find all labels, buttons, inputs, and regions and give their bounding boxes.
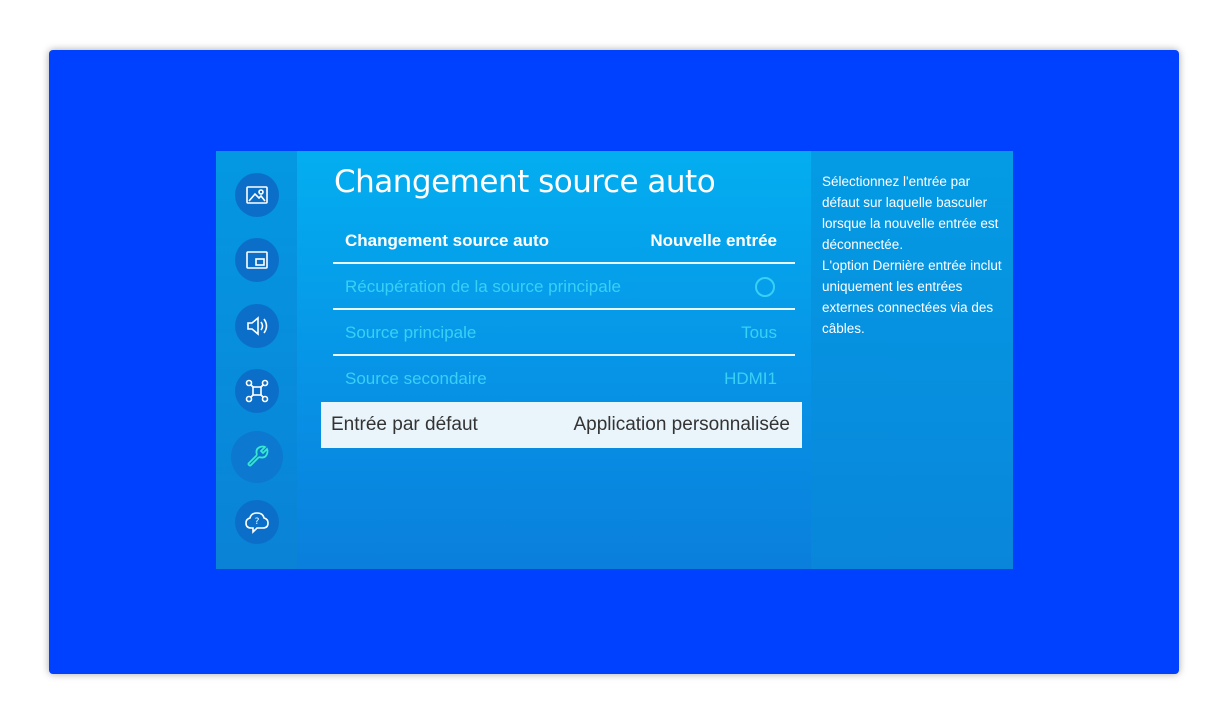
help-text: Sélectionnez l'entrée par défaut sur laq…	[822, 174, 1002, 336]
auto-source-switch-label: Changement source auto	[345, 231, 550, 250]
wrench-icon[interactable]	[231, 431, 283, 483]
page-title: Changement source auto	[334, 164, 716, 200]
network-icon[interactable]	[235, 369, 279, 413]
secondary-source-label: Source secondaire	[345, 369, 487, 388]
primary-source-label: Source principale	[345, 323, 477, 342]
picture-in-picture-icon[interactable]	[235, 238, 279, 282]
primary-source-row[interactable]: Source principale Tous	[333, 311, 795, 355]
svg-text:?: ?	[255, 517, 260, 527]
default-input-row[interactable]: Entrée par défaut Application personnali…	[321, 402, 802, 448]
primary-source-value: Tous	[741, 323, 777, 342]
primary-source-recovery-label: Récupération de la source principale	[345, 277, 621, 296]
auto-source-switch-row[interactable]: Changement source auto Nouvelle entrée	[333, 219, 795, 263]
default-input-label: Entrée par défaut	[331, 414, 478, 435]
help-info-panel: Sélectionnez l'entrée par défaut sur laq…	[811, 151, 1013, 569]
divider	[333, 308, 795, 310]
settings-main-panel: Changement source auto Changement source…	[297, 151, 811, 569]
settings-sidebar: ?	[216, 151, 297, 569]
picture-icon[interactable]	[235, 173, 279, 217]
default-input-value: Application personnalisée	[573, 414, 790, 435]
auto-source-switch-value: Nouvelle entrée	[650, 231, 777, 250]
divider	[333, 262, 795, 264]
cloud-help-icon[interactable]: ?	[235, 500, 279, 544]
secondary-source-row[interactable]: Source secondaire HDMI1	[333, 357, 795, 401]
divider	[333, 354, 795, 356]
sound-icon[interactable]	[235, 304, 279, 348]
primary-source-recovery-toggle[interactable]	[755, 277, 775, 297]
primary-source-recovery-row[interactable]: Récupération de la source principale	[333, 265, 795, 309]
tv-settings-screen: ? Changement source auto Changement sour…	[216, 151, 1013, 569]
secondary-source-value: HDMI1	[724, 369, 777, 388]
